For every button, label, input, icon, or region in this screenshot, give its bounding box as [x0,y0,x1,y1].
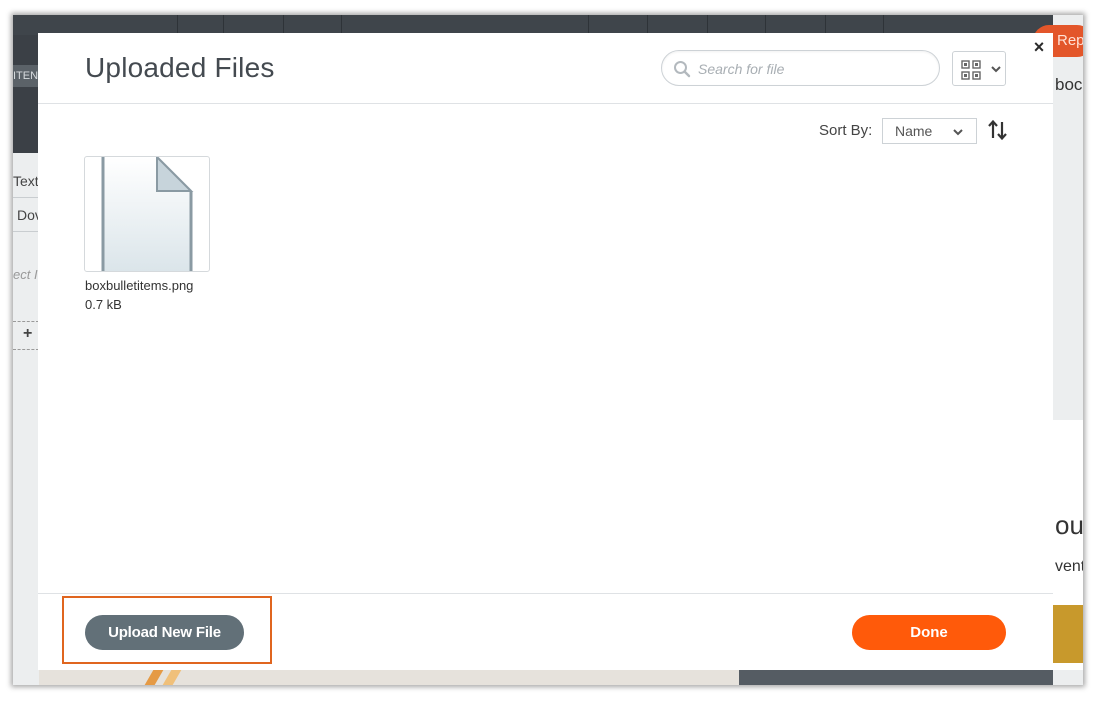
footer-divider [38,593,1053,594]
uploaded-files-modal: Uploaded Files Sort By: Name [38,33,1053,670]
search-input[interactable] [696,57,930,81]
background-right-panel: Rep boc ou vent [1033,15,1083,685]
file-size: 0.7 kB [85,297,122,312]
upload-new-file-button[interactable]: Upload New File [85,615,244,650]
background-text-boc: boc [1055,75,1083,94]
file-name: boxbulletitems.png [85,278,194,293]
background-text-vent: vent [1055,558,1083,575]
background-toolbar [13,15,1083,35]
background-left-panel: ITEN Text Dov ect I + [13,35,42,685]
file-icon [101,157,194,271]
view-toggle-button[interactable] [952,51,1006,86]
sort-selected-value: Name [895,123,933,139]
done-button[interactable]: Done [852,615,1006,650]
search-icon [674,61,691,78]
header-divider [38,103,1053,104]
background-label-select: ect I [13,267,38,282]
background-label-text: Text [13,173,39,189]
sort-label: Sort By: [819,122,873,139]
background-left-tab: ITEN [13,65,39,87]
background-gold-block [1053,605,1083,663]
background-add-icon: + [23,325,33,342]
modal-title: Uploaded Files [85,52,275,83]
close-icon[interactable]: × [1029,37,1049,57]
sort-select[interactable]: Name [882,118,977,144]
chevron-down-icon [953,129,963,136]
background-bottom-strip [39,670,739,685]
file-thumbnail [84,156,210,272]
background-text-ou: ou [1055,510,1083,540]
background-left-header: ITEN [13,35,39,153]
search-box [661,50,940,86]
grid-view-icon [961,60,981,80]
sort-order-icon[interactable] [987,119,1009,141]
chevron-down-icon [991,66,1001,73]
file-item[interactable]: boxbulletitems.png 0.7 kB [84,156,210,316]
